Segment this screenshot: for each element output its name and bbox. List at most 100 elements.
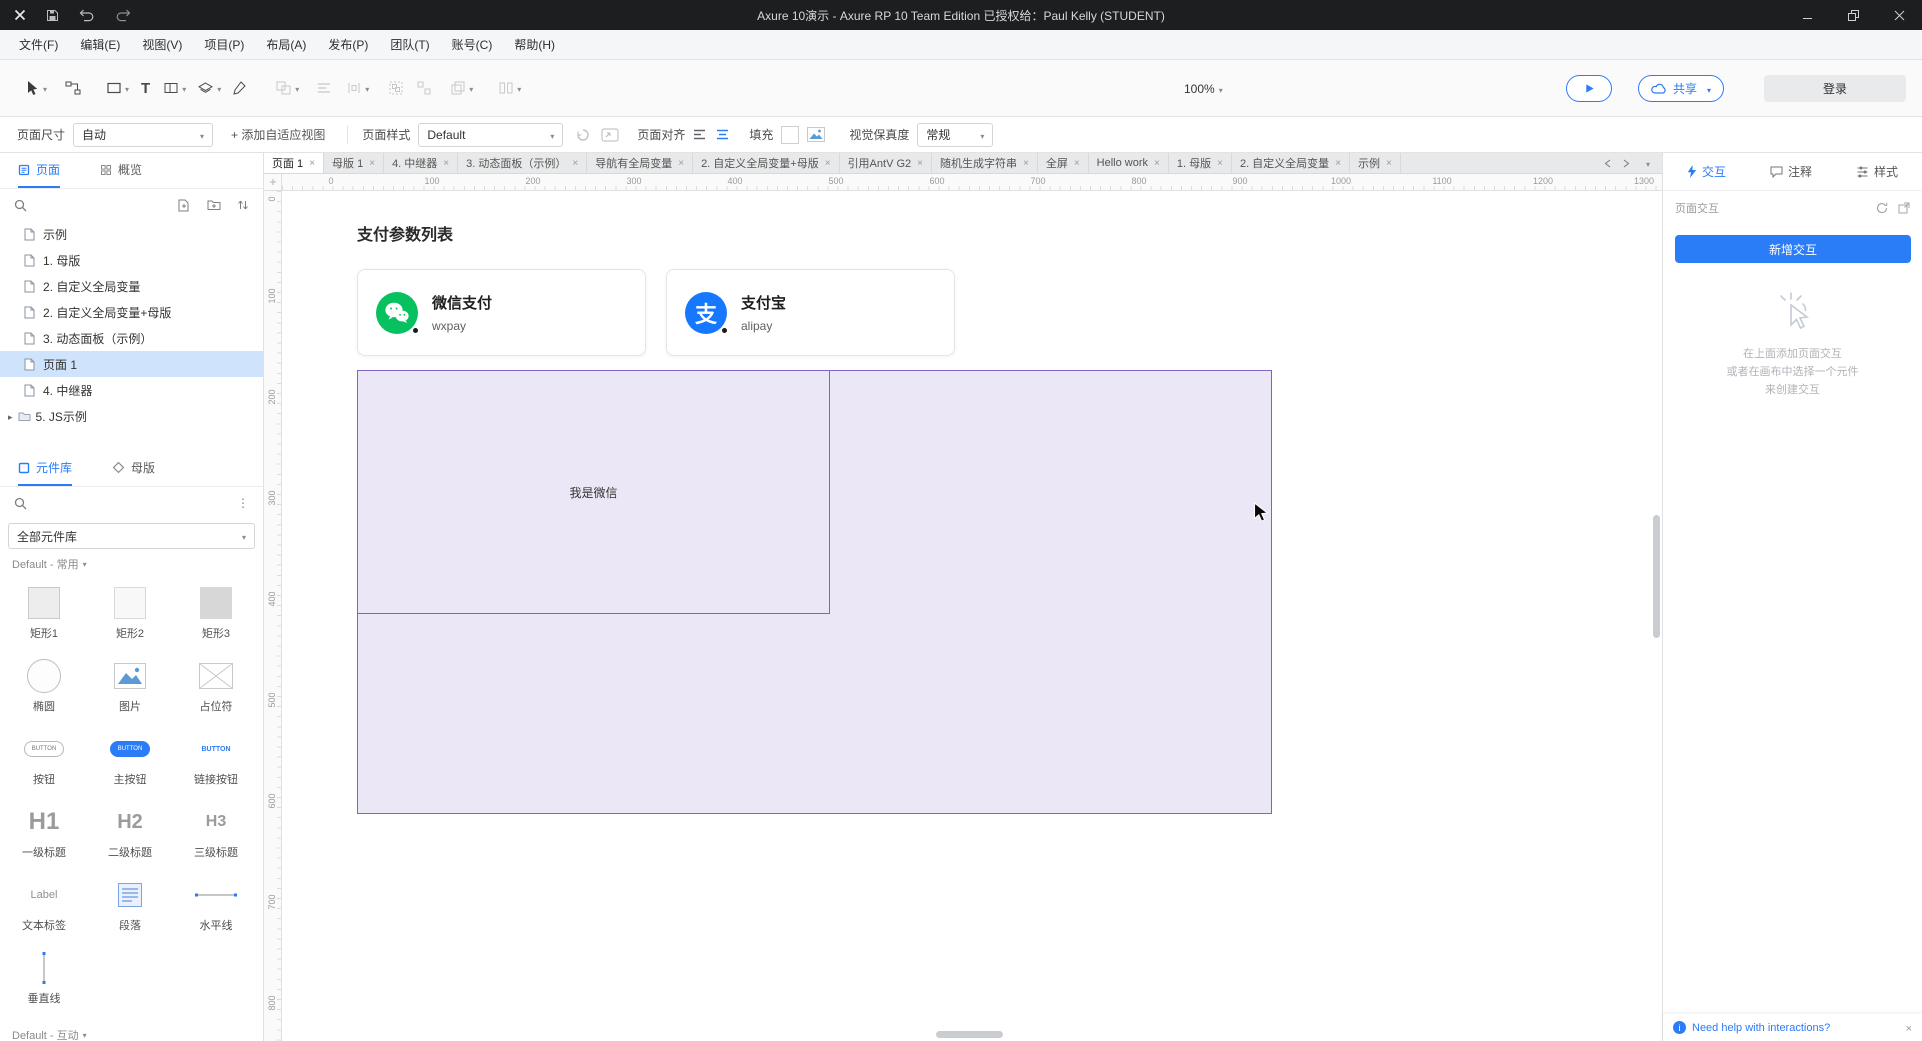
widget-placeholder[interactable]: 占位符 [173,648,259,721]
add-folder-icon[interactable] [207,199,221,211]
frame-tool[interactable] [164,81,186,95]
tab-scroll-left-icon[interactable] [1604,159,1611,168]
design-canvas[interactable]: 支付参数列表 微信支付 wxpay 支 支付宝 alipay 我是微信 [282,191,1662,1041]
tab-style[interactable]: 样式 [1856,163,1898,180]
widget-vline[interactable]: 垂直线 [1,940,87,1013]
login-button[interactable]: 登录 [1764,75,1906,102]
help-link[interactable]: Need help with interactions? [1692,1022,1830,1034]
widget-hline[interactable]: 水平线 [173,867,259,940]
tab-close-icon[interactable] [1335,157,1341,169]
canvas-tab[interactable]: Hello work [1089,153,1169,173]
page-style-select[interactable]: Default [418,122,564,147]
menu-team[interactable]: 团队(T) [379,30,440,60]
align-tool[interactable] [317,82,331,94]
menu-edit[interactable]: 编辑(E) [69,30,131,60]
layers-tool[interactable] [198,81,221,95]
tab-widget-library[interactable]: 元件库 [18,451,73,486]
tree-item[interactable]: 3. 动态面板（示例） [0,325,263,351]
format-painter-tool[interactable] [233,81,246,95]
menu-layout[interactable]: 布局(A) [255,30,317,60]
canvas-tab[interactable]: 随机生成字符串 [932,153,1038,173]
tab-close-icon[interactable] [1074,157,1080,169]
tab-scroll-right-icon[interactable] [1623,159,1630,168]
widget-ellipse[interactable]: 椭圆 [1,648,87,721]
canvas-tab[interactable]: 示例 [1350,153,1401,173]
canvas-tab[interactable]: 全屏 [1038,153,1089,173]
redo-icon[interactable] [115,9,131,22]
fidelity-select[interactable]: 常规 [917,122,994,147]
minimize-button[interactable] [1784,0,1830,30]
tree-item-folder[interactable]: 5. JS示例 [0,403,263,429]
tab-close-icon[interactable] [1023,157,1029,169]
alipay-card[interactable]: 支 支付宝 alipay [666,269,955,356]
widget-paragraph[interactable]: 段落 [87,867,173,940]
tab-close-icon[interactable] [825,157,831,169]
tree-item[interactable]: 2. 自定义全局变量+母版 [0,299,263,325]
select-tool[interactable] [26,80,47,96]
tab-close-icon[interactable] [1217,157,1223,169]
canvas-tab[interactable]: 1. 母版 [1169,153,1232,173]
canvas-tab[interactable]: 2. 自定义全局变量 [1232,153,1351,173]
tab-notes[interactable]: 注释 [1770,163,1812,180]
widget-h2[interactable]: H2 二级标题 [87,794,173,867]
ungroup-tool[interactable] [417,81,431,95]
tab-close-icon[interactable] [309,157,315,169]
add-page-icon[interactable] [178,199,191,212]
close-button[interactable] [1876,0,1922,30]
more-options-icon[interactable]: ⋮ [237,496,249,510]
canvas-tab[interactable]: 4. 中继器 [384,153,459,173]
sort-pages-icon[interactable] [237,199,249,211]
add-adaptive-view-button[interactable]: + 添加自适应视图 [231,126,325,143]
library-section-label[interactable]: Default - 常用 [0,553,263,575]
close-help-icon[interactable] [1906,1021,1912,1035]
vertical-scrollbar[interactable] [1653,515,1660,638]
library-select[interactable]: 全部元件库 [8,523,255,549]
expand-caret-icon[interactable] [8,409,13,423]
open-external-icon[interactable] [1898,202,1910,214]
restore-button[interactable] [1830,0,1876,30]
reset-style-icon[interactable] [575,128,591,142]
widget-button[interactable]: BUTTON 按钮 [1,721,87,794]
menu-help[interactable]: 帮助(H) [503,30,566,60]
tab-overview[interactable]: 概览 [100,153,142,188]
zoom-select[interactable]: 100% [1184,60,1223,117]
tab-masters[interactable]: 母版 [112,451,155,486]
boolean-ops-tool[interactable] [276,81,299,95]
tab-close-icon[interactable] [443,157,449,169]
fill-color-swatch[interactable] [781,125,800,144]
distribute-tool[interactable] [347,81,369,95]
menu-account[interactable]: 账号(C) [441,30,504,60]
widget-rect3[interactable]: 矩形3 [173,575,259,648]
widget-label[interactable]: Label 文本标签 [1,867,87,940]
refresh-icon[interactable] [1876,202,1888,214]
widget-image[interactable]: 图片 [87,648,173,721]
preview-button[interactable] [1566,75,1612,102]
tab-close-icon[interactable] [369,157,375,169]
page-size-select[interactable]: 自动 [73,122,214,147]
fill-image-icon[interactable] [807,127,826,142]
tab-close-icon[interactable] [1386,157,1392,169]
widget-h1[interactable]: H1 一级标题 [1,794,87,867]
canvas-tab-active[interactable]: 页面 1 [264,153,325,173]
tree-item[interactable]: 1. 母版 [0,247,263,273]
widget-primary-button[interactable]: BUTTON 主按钮 [87,721,173,794]
menu-project[interactable]: 项目(P) [193,30,255,60]
tab-interactions[interactable]: 交互 [1687,163,1726,180]
page-title-text[interactable]: 支付参数列表 [357,221,453,245]
tree-item[interactable]: 2. 自定义全局变量 [0,273,263,299]
ruler-corner[interactable] [264,174,282,191]
wechat-pay-card[interactable]: 微信支付 wxpay [357,269,646,356]
new-interaction-button[interactable]: 新增交互 [1675,235,1911,263]
pagebreak-tool[interactable] [499,81,521,95]
tree-item[interactable]: 4. 中继器 [0,377,263,403]
undo-icon[interactable] [79,9,95,22]
group-tool[interactable] [389,81,403,95]
tree-item-selected[interactable]: 页面 1 [0,351,263,377]
horizontal-scrollbar[interactable] [936,1031,1003,1038]
menu-publish[interactable]: 发布(P) [317,30,379,60]
tab-close-icon[interactable] [1154,157,1160,169]
library-footer-label[interactable]: Default - 互动 [0,1027,263,1041]
save-icon[interactable] [46,9,59,22]
widget-rect2[interactable]: 矩形2 [87,575,173,648]
widget-h3[interactable]: H3 三级标题 [173,794,259,867]
